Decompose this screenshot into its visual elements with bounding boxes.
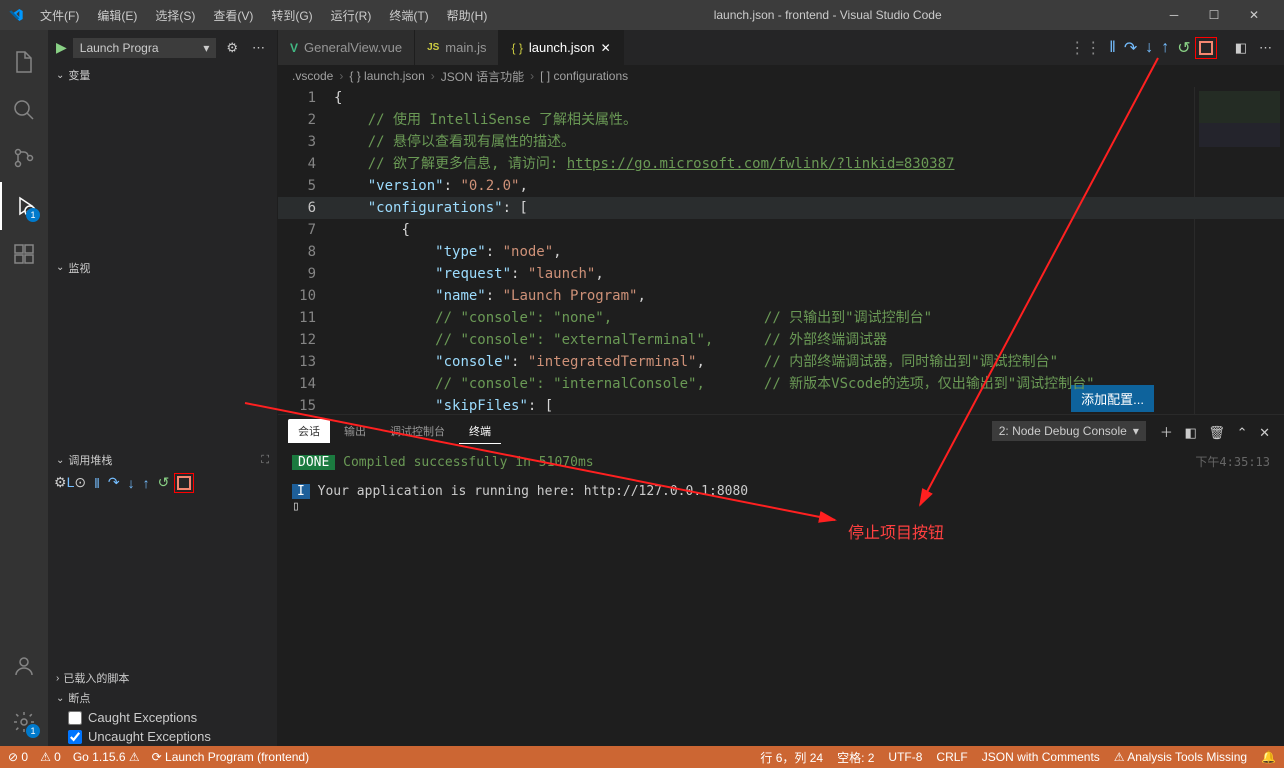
- editor-area: VGeneralView.vue JSmain.js { }launch.jso…: [278, 30, 1284, 746]
- stop-debug-button[interactable]: [177, 476, 191, 490]
- extensions-icon[interactable]: [0, 230, 48, 278]
- annotation-label: 停止项目按钮: [848, 519, 944, 543]
- menu-run[interactable]: 运行(R): [323, 3, 380, 28]
- maximize-panel-icon[interactable]: ⌃: [1233, 425, 1252, 440]
- new-terminal-icon[interactable]: ＋: [1156, 425, 1177, 440]
- step-into-icon[interactable]: ↓: [1145, 39, 1153, 57]
- explorer-icon[interactable]: [0, 38, 48, 86]
- kill-terminal-icon[interactable]: 🗑: [1204, 425, 1229, 440]
- pause-icon[interactable]: ‖: [94, 475, 100, 491]
- more-icon[interactable]: ⋯: [248, 40, 269, 56]
- minimize-button[interactable]: ─: [1160, 8, 1188, 22]
- editor-tabs: VGeneralView.vue JSmain.js { }launch.jso…: [278, 30, 1284, 65]
- status-cursor-position[interactable]: 行 6，列 24: [760, 749, 823, 766]
- start-debug-button[interactable]: ▶: [56, 39, 67, 56]
- menu-bar: 文件(F) 编辑(E) 选择(S) 查看(V) 转到(G) 运行(R) 终端(T…: [32, 3, 495, 28]
- menu-view[interactable]: 查看(V): [205, 3, 261, 28]
- gear-icon[interactable]: ⚙: [222, 40, 242, 56]
- watch-section[interactable]: ⌄监视: [48, 258, 277, 278]
- code-editor[interactable]: 123456789101112131415 { // 使用 IntelliSen…: [278, 87, 1284, 414]
- stop-debug-button[interactable]: [1199, 41, 1213, 55]
- menu-edit[interactable]: 编辑(E): [89, 3, 145, 28]
- debug-toolbar-side: ⚙L⊙ ‖ ↷ ↓ ↑ ↺: [48, 470, 277, 495]
- panel-tab-output[interactable]: 输出: [334, 419, 376, 443]
- callstack-section[interactable]: ⌄调用堆栈⛶: [48, 450, 277, 470]
- status-bar: ⊘ 0 ⚠ 0 Go 1.15.6 ⚠ ⟳ Launch Program (fr…: [0, 746, 1284, 768]
- window-title: launch.json - frontend - Visual Studio C…: [495, 8, 1160, 22]
- vscode-logo-icon: [8, 7, 24, 23]
- maximize-icon[interactable]: ⛶: [261, 454, 269, 467]
- menu-goto[interactable]: 转到(G): [263, 3, 320, 28]
- terminal-body[interactable]: 下午4:35:13 DONE Compiled successfully in …: [278, 447, 1284, 746]
- drag-handle-icon[interactable]: ⋮⋮: [1069, 38, 1101, 58]
- menu-help[interactable]: 帮助(H): [439, 3, 496, 28]
- more-actions-icon[interactable]: ⋯: [1259, 40, 1272, 56]
- step-out-icon[interactable]: ↑: [143, 475, 150, 491]
- window-controls: ─ ☐ ✕: [1160, 8, 1276, 22]
- panel-tab-terminal[interactable]: 终端: [459, 419, 501, 444]
- panel-tab-debug-console[interactable]: 调试控制台: [380, 419, 455, 443]
- status-language[interactable]: JSON with Comments: [982, 750, 1100, 764]
- panel-tab-session[interactable]: 会话: [288, 419, 330, 443]
- restart-icon[interactable]: ↺: [158, 474, 170, 491]
- step-over-icon[interactable]: ↷: [1124, 38, 1137, 58]
- terminal-select[interactable]: 2: Node Debug Console▾: [992, 421, 1146, 441]
- settings-icon[interactable]: 1: [0, 698, 48, 746]
- step-into-icon[interactable]: ↓: [128, 475, 135, 491]
- status-encoding[interactable]: UTF-8: [888, 750, 922, 764]
- source-control-icon[interactable]: [0, 134, 48, 182]
- pause-icon[interactable]: ‖: [1109, 39, 1116, 57]
- launch-config-select[interactable]: Launch Progra▾: [73, 38, 217, 58]
- menu-select[interactable]: 选择(S): [147, 3, 203, 28]
- panel-actions: ＋ ◧ 🗑 ⌃ ✕: [1156, 422, 1274, 441]
- split-terminal-icon[interactable]: ◧: [1181, 425, 1201, 440]
- bp-uncaught-exceptions[interactable]: Uncaught Exceptions: [48, 727, 277, 746]
- restart-icon[interactable]: ↺: [1177, 38, 1190, 58]
- status-notifications-icon[interactable]: 🔔: [1261, 750, 1276, 764]
- tab-mainjs[interactable]: JSmain.js: [415, 30, 499, 65]
- status-eol[interactable]: CRLF: [936, 750, 967, 764]
- line-gutter: 123456789101112131415: [278, 87, 334, 414]
- breakpoints-section[interactable]: ⌄断点: [48, 688, 277, 708]
- split-editor-icon[interactable]: ◧: [1235, 40, 1247, 56]
- code-content[interactable]: { // 使用 IntelliSense 了解相关属性。 // 悬停以查看现有属…: [334, 87, 1194, 414]
- menu-terminal[interactable]: 终端(T): [381, 3, 436, 28]
- status-debug-target[interactable]: ⟳ Launch Program (frontend): [152, 750, 309, 764]
- tab-launchjson[interactable]: { }launch.json✕: [499, 30, 623, 65]
- terminal-timestamp: 下午4:35:13: [1195, 453, 1270, 470]
- variables-section[interactable]: ⌄变量: [48, 65, 277, 85]
- search-icon[interactable]: [0, 86, 48, 134]
- bp-caught-exceptions[interactable]: Caught Exceptions: [48, 708, 277, 727]
- close-icon[interactable]: ✕: [601, 41, 611, 55]
- activity-bar: 1 1: [0, 30, 48, 746]
- run-debug-icon[interactable]: 1: [0, 182, 48, 230]
- editor-actions: ◧ ⋯: [1223, 30, 1284, 65]
- close-button[interactable]: ✕: [1240, 8, 1268, 22]
- status-analysis[interactable]: ⚠ Analysis Tools Missing: [1114, 750, 1247, 764]
- accounts-icon[interactable]: [0, 642, 48, 690]
- status-warnings[interactable]: ⚠ 0: [40, 750, 61, 764]
- step-over-icon[interactable]: ↷: [108, 474, 120, 491]
- bottom-panel: 会话 输出 调试控制台 终端 2: Node Debug Console▾ ＋ …: [278, 414, 1284, 746]
- close-panel-icon[interactable]: ✕: [1255, 425, 1274, 440]
- panel-tabs: 会话 输出 调试控制台 终端 2: Node Debug Console▾ ＋ …: [278, 415, 1284, 447]
- status-go-version[interactable]: Go 1.15.6 ⚠: [73, 750, 140, 764]
- debug-sidebar: ▶ Launch Progra▾ ⚙ ⋯ ⌄变量 ⌄监视 ⌄调用堆栈⛶ ⚙L⊙ …: [48, 30, 278, 746]
- status-indent[interactable]: 空格: 2: [837, 749, 874, 766]
- debug-toolbar: ⋮⋮ ‖ ↷ ↓ ↑ ↺: [1059, 30, 1222, 65]
- status-errors[interactable]: ⊘ 0: [8, 750, 28, 764]
- maximize-button[interactable]: ☐: [1200, 8, 1228, 22]
- step-out-icon[interactable]: ↑: [1161, 39, 1169, 57]
- run-header: ▶ Launch Progra▾ ⚙ ⋯: [48, 30, 277, 65]
- loaded-scripts-section[interactable]: ›已载入的脚本: [48, 668, 277, 688]
- tab-generalview[interactable]: VGeneralView.vue: [278, 30, 415, 65]
- breadcrumb[interactable]: .vscode› { } launch.json› JSON 语言功能› [ ]…: [278, 65, 1284, 87]
- menu-file[interactable]: 文件(F): [32, 3, 87, 28]
- title-bar: 文件(F) 编辑(E) 选择(S) 查看(V) 转到(G) 运行(R) 终端(T…: [0, 0, 1284, 30]
- minimap[interactable]: [1194, 87, 1284, 414]
